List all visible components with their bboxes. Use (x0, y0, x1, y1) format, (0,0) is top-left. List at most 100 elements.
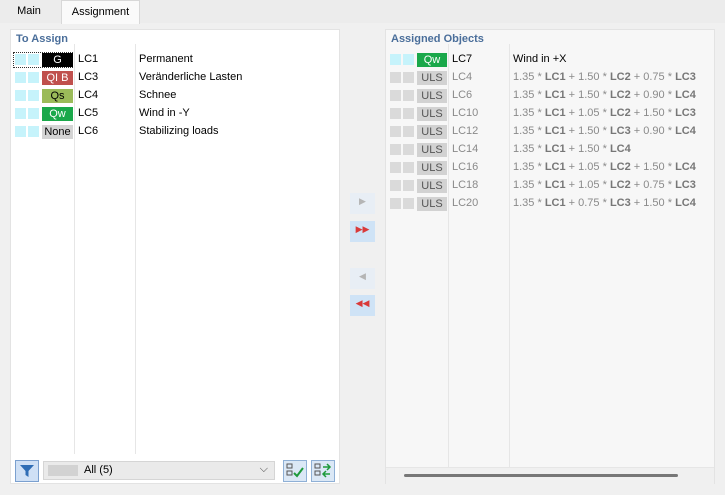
color-swatch (403, 90, 414, 101)
factor-text: 1.35 * (513, 143, 545, 155)
factor-text: + 1.50 * (630, 107, 676, 119)
remove-selected-button[interactable]: ◀ (350, 268, 375, 289)
horizontal-scrollbar[interactable] (386, 467, 714, 484)
factor-text: + 1.50 * (565, 125, 610, 137)
action-category-badge: None (42, 125, 73, 139)
list-item[interactable]: QI B LC3 Veränderliche Lasten (11, 69, 339, 87)
filter-button[interactable] (15, 460, 39, 482)
load-case-ref: LC1 (544, 125, 566, 137)
assigned-objects-panel: Assigned Objects Qw LC7 Wind in +X ULS LC4 1.… (385, 29, 715, 484)
double-arrow-right-icon: ▶▶ (355, 224, 370, 234)
tab-main[interactable]: Main (5, 0, 53, 23)
color-swatch (28, 54, 39, 65)
list-item[interactable]: Qw LC7 Wind in +X (386, 51, 714, 69)
chevron-down-icon: ⌵ (259, 463, 268, 475)
filter-swatch (48, 465, 78, 476)
color-swatch (390, 90, 401, 101)
list-item[interactable]: ULS LC14 1.35 * LC1 + 1.50 * LC4 (386, 141, 714, 159)
action-category-badge: Qw (417, 53, 447, 67)
factor-text: + 1.05 * (565, 107, 610, 119)
list-item[interactable]: ULS LC16 1.35 * LC1 + 1.05 * LC2 + 1.50 * … (386, 159, 714, 177)
assign-all-button[interactable]: ▶▶ (350, 221, 375, 242)
action-category-badge: Qw (42, 107, 73, 121)
load-case-ref: LC1 (544, 107, 566, 119)
factor-text: 1.35 * (513, 161, 545, 173)
action-category-badge: ULS (417, 161, 447, 175)
list-item[interactable]: None LC6 Stabilizing loads (11, 123, 339, 141)
load-case-description: Wind in -Y (139, 107, 190, 119)
load-case-ref: LC4 (675, 161, 696, 173)
toggle-selection-button[interactable] (311, 460, 335, 482)
factor-text: 1.35 * (513, 179, 545, 191)
to-assign-title: To Assign (16, 33, 68, 45)
assign-selected-button[interactable]: ▶ (350, 193, 375, 214)
color-swatch (28, 108, 39, 119)
combination-expression: 1.35 * LC1 + 0.75 * LC3 + 1.50 * LC4 (513, 197, 696, 209)
list-item[interactable]: ULS LC10 1.35 * LC1 + 1.05 * LC2 + 1.50 * … (386, 105, 714, 123)
list-item[interactable]: ULS LC6 1.35 * LC1 + 1.50 * LC2 + 0.90 * L… (386, 87, 714, 105)
load-case-ref: LC3 (675, 107, 696, 119)
color-swatch (390, 126, 401, 137)
factor-text: 1.35 * (513, 197, 545, 209)
select-all-button[interactable] (283, 460, 307, 482)
color-swatch (403, 72, 414, 83)
load-case-id: LC3 (78, 71, 99, 83)
filter-select[interactable]: All (5) ⌵ (43, 461, 275, 480)
color-swatch (28, 72, 39, 83)
list-item[interactable]: ULS LC4 1.35 * LC1 + 1.50 * LC2 + 0.75 * L… (386, 69, 714, 87)
color-swatch (15, 126, 26, 137)
factor-text: 1.35 * (513, 89, 545, 101)
load-case-ref: LC1 (544, 161, 566, 173)
factor-text: + 1.50 * (565, 143, 610, 155)
load-case-ref: LC4 (609, 143, 631, 155)
color-swatch (403, 54, 414, 65)
load-case-ref: LC1 (544, 89, 566, 101)
factor-text: + 0.75 * (630, 179, 676, 191)
load-case-description: Veränderliche Lasten (139, 71, 243, 83)
action-category-badge: ULS (417, 107, 447, 121)
combination-expression: 1.35 * LC1 + 1.05 * LC2 + 1.50 * LC3 (513, 107, 696, 119)
color-swatch (390, 162, 401, 173)
color-swatch (15, 72, 26, 83)
list-item[interactable]: ULS LC18 1.35 * LC1 + 1.05 * LC2 + 0.75 * … (386, 177, 714, 195)
scrollbar-thumb[interactable] (404, 474, 678, 477)
action-category-badge: QI B (42, 71, 73, 85)
load-case-ref: LC2 (609, 161, 631, 173)
remove-all-button[interactable]: ◀◀ (350, 295, 375, 316)
load-case-ref: LC1 (544, 143, 566, 155)
combination-expression: 1.35 * LC1 + 1.05 * LC2 + 1.50 * LC4 (513, 161, 696, 173)
load-case-ref: LC4 (675, 89, 696, 101)
color-swatch (390, 72, 401, 83)
load-case-ref: LC3 (609, 125, 631, 137)
to-assign-toolbar: All (5) ⌵ (11, 458, 339, 484)
action-category-badge: ULS (417, 125, 447, 139)
list-item[interactable]: ULS LC20 1.35 * LC1 + 0.75 * LC3 + 1.50 * … (386, 195, 714, 213)
load-case-id: LC14 (452, 143, 479, 155)
list-item[interactable]: Qw LC5 Wind in -Y (11, 105, 339, 123)
load-case-description: Stabilizing loads (139, 125, 219, 137)
tab-bar: Main Assignment (0, 0, 725, 24)
factor-text: + 1.05 * (565, 161, 610, 173)
load-case-ref: LC1 (544, 71, 566, 83)
combination-expression: 1.35 * LC1 + 1.50 * LC3 + 0.90 * LC4 (513, 125, 696, 137)
color-swatch (15, 108, 26, 119)
load-case-ref: LC2 (609, 107, 631, 119)
color-swatch (15, 90, 26, 101)
action-category-badge: ULS (417, 143, 447, 157)
load-case-id: LC5 (78, 107, 99, 119)
factor-text: + 1.05 * (565, 179, 610, 191)
tab-assignment[interactable]: Assignment (61, 0, 140, 24)
list-item[interactable]: ULS LC12 1.35 * LC1 + 1.50 * LC3 + 0.90 * … (386, 123, 714, 141)
load-case-ref: LC4 (675, 197, 696, 209)
load-case-ref: LC1 (544, 179, 566, 191)
factor-text: + 1.50 * (565, 89, 610, 101)
color-swatch (15, 54, 26, 65)
load-case-id: LC18 (452, 179, 479, 191)
load-case-ref: LC2 (609, 71, 631, 83)
list-item[interactable]: G LC1 Permanent (11, 51, 339, 69)
action-category-badge: ULS (417, 197, 447, 211)
filter-icon (20, 465, 34, 477)
list-item[interactable]: Qs LC4 Schnee (11, 87, 339, 105)
assigned-objects-title: Assigned Objects (391, 33, 484, 45)
load-case-description: Schnee (139, 89, 177, 101)
